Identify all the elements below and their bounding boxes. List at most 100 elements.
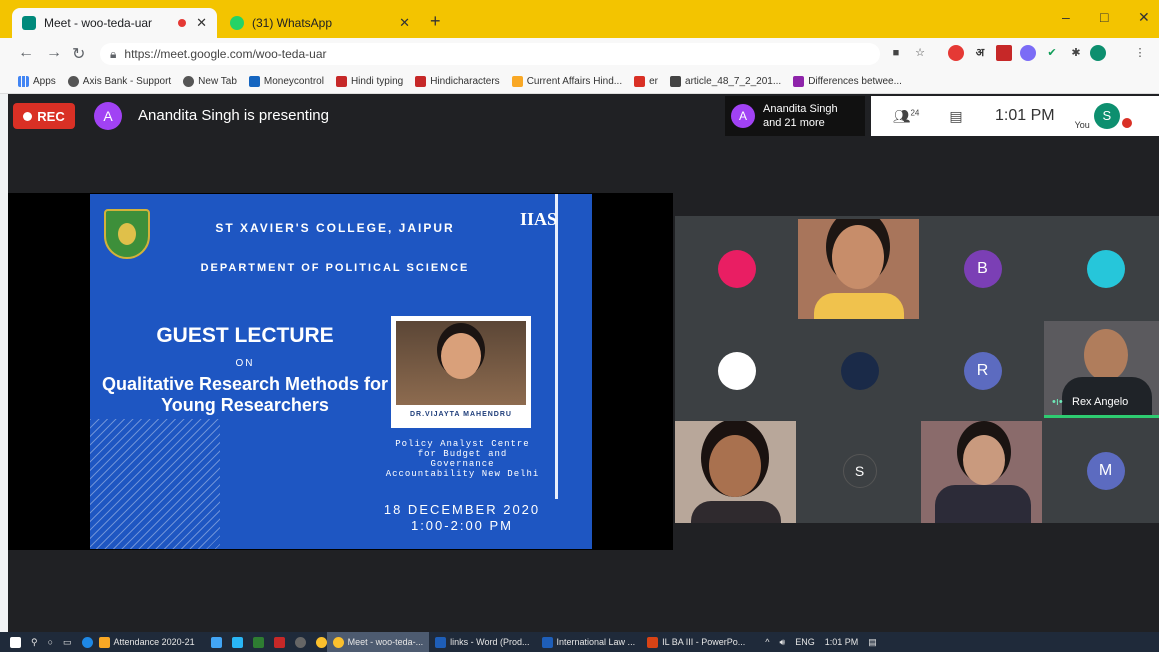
address-bar-row: ← → ↻ 🔒︎ https://meet.google.com/woo-ted…	[0, 38, 1159, 70]
record-dot-icon	[23, 111, 33, 121]
participant-tile[interactable]: R	[921, 321, 1044, 421]
chat-icon[interactable]: ▤	[941, 108, 971, 125]
new-tab-button[interactable]: +	[430, 11, 441, 32]
excel-icon[interactable]	[252, 636, 264, 648]
bookmark-current-affairs[interactable]: Current Affairs Hind...	[511, 76, 622, 87]
participant-video[interactable]	[798, 219, 919, 319]
bookmark-differences[interactable]: Differences betwee...	[793, 76, 902, 87]
cortana-icon[interactable]: ○	[48, 637, 53, 647]
participant-video-rex[interactable]: •ı• Rex Angelo	[1044, 321, 1159, 418]
word-icon	[541, 636, 553, 648]
forward-icon[interactable]: →	[46, 44, 62, 62]
participant-name: Rex Angelo	[1072, 396, 1129, 408]
participant-tile[interactable]	[675, 321, 798, 421]
minimize-button[interactable]: –	[1062, 9, 1070, 25]
bookmark-hindichars[interactable]: Hindicharacters	[415, 76, 500, 87]
participant-avatar: M	[1086, 452, 1125, 490]
camera-icon[interactable]: ■	[888, 45, 904, 61]
menu-dots-icon[interactable]: ⋮	[1132, 45, 1148, 61]
hindi-extension-icon[interactable]: अ	[972, 45, 988, 61]
you-label: You	[1074, 120, 1090, 130]
edge-icon[interactable]	[81, 636, 93, 648]
action-center-icon[interactable]: ▤	[868, 637, 877, 648]
browser-tab-bar: Meet - woo-teda-uar ✕ (31) WhatsApp ✕ + …	[0, 0, 1159, 38]
participant-avatar: B	[963, 250, 1002, 288]
tab-whatsapp[interactable]: (31) WhatsApp ✕	[220, 8, 420, 38]
presenting-label: Anandita Singh is presenting	[138, 107, 329, 124]
bookmark-article[interactable]: article_48_7_2_201...	[670, 76, 781, 87]
bookmark-hindi-typing[interactable]: Hindi typing	[335, 76, 403, 87]
check-extension-icon[interactable]: ✔	[1044, 45, 1060, 61]
tray-chevron-icon[interactable]: ^	[765, 637, 769, 647]
page-icon	[511, 76, 523, 87]
taskbar-app-powerpoint[interactable]: IL BA III - PowerPo...	[641, 632, 751, 652]
language-indicator[interactable]: ENG	[795, 637, 815, 647]
pinterest-icon[interactable]	[948, 45, 964, 61]
puzzle-icon[interactable]: ✱	[1068, 45, 1084, 61]
skype-icon[interactable]	[231, 636, 243, 648]
close-window-button[interactable]: ✕	[1138, 9, 1150, 26]
search-icon[interactable]: ⚲	[31, 637, 38, 648]
bookmark-newtab[interactable]: New Tab	[183, 76, 237, 87]
slide-topic: Qualitative Research Methods for Young R…	[101, 374, 389, 415]
tab-title: Meet - woo-teda-uar	[44, 16, 153, 30]
os-taskbar: ⚲ ○ ▭ Attendance 2020-21 Meet - woo-teda…	[0, 632, 1159, 652]
participant-tile[interactable]	[1044, 219, 1159, 319]
taskbar-clock[interactable]: 1:01 PM	[825, 637, 859, 647]
participant-video[interactable]	[675, 421, 796, 523]
volume-icon[interactable]: 🔊︎	[780, 637, 786, 648]
app-icon[interactable]	[294, 636, 306, 648]
participant-video[interactable]	[921, 421, 1042, 523]
people-count: 24	[910, 107, 920, 117]
participant-tile[interactable]: B	[921, 219, 1044, 319]
slide-heading: GUEST LECTURE	[156, 324, 334, 347]
bookmark-moneycontrol[interactable]: Moneycontrol	[248, 76, 324, 87]
acrobat-icon[interactable]	[273, 636, 285, 648]
maximize-button[interactable]: □	[1100, 9, 1108, 25]
back-icon[interactable]: ←	[18, 44, 34, 62]
participant-avatar: A	[731, 104, 755, 128]
presenter-avatar: A	[94, 102, 122, 130]
url-text: https://meet.google.com/woo-teda-uar	[124, 47, 327, 61]
participant-tile[interactable]: S	[798, 421, 921, 521]
tab-meet[interactable]: Meet - woo-teda-uar ✕	[12, 8, 217, 38]
participant-tile[interactable]	[675, 219, 798, 319]
participant-avatar-image	[717, 250, 756, 288]
bookmark-gmail[interactable]: er	[634, 76, 658, 87]
task-view-icon[interactable]: ▭	[63, 637, 72, 648]
url-field[interactable]: 🔒︎ https://meet.google.com/woo-teda-uar	[100, 43, 880, 65]
participant-shirt	[691, 501, 781, 523]
event-time: 1:00-2:00 PM	[410, 518, 514, 533]
taskbar-app-word[interactable]: links - Word (Prod...	[429, 632, 535, 652]
extension-icon[interactable]	[1020, 45, 1036, 61]
participant-face	[1084, 329, 1128, 381]
self-avatar[interactable]: S	[1093, 103, 1120, 129]
slide-college: ST XAVIER'S COLLEGE, JAIPUR	[215, 221, 455, 235]
folder-icon	[98, 636, 110, 648]
close-tab-icon[interactable]: ✕	[196, 15, 207, 31]
globe-icon	[67, 76, 79, 87]
participants-summary[interactable]: A Anandita Singh and 21 more	[725, 96, 865, 136]
participant-face	[832, 225, 884, 289]
lock-icon: 🔒︎	[110, 46, 117, 61]
chrome-icon[interactable]	[315, 636, 327, 648]
close-tab-icon[interactable]: ✕	[399, 15, 410, 31]
profile-icon[interactable]	[1090, 45, 1106, 61]
bookmark-apps[interactable]: Apps	[18, 76, 56, 87]
taskbar-app-meet[interactable]: Meet - woo-teda-...	[326, 632, 430, 652]
people-icon[interactable]: 👥︎24	[891, 108, 921, 125]
slide-on: ON	[235, 358, 255, 369]
windows-start-icon[interactable]	[10, 636, 21, 648]
participant-avatar: S	[842, 454, 877, 488]
participant-tile[interactable]: M	[1044, 421, 1159, 521]
presentation-slide: ST XAVIER'S COLLEGE, JAIPUR DEPARTMENT O…	[90, 194, 592, 549]
taskbar-app-word-2[interactable]: International Law ...	[536, 632, 642, 652]
pdf-extension-icon[interactable]	[996, 45, 1012, 61]
speaking-indicator-icon: •ı•	[1052, 396, 1063, 408]
mail-icon[interactable]	[210, 636, 222, 648]
bookmark-axis[interactable]: Axis Bank - Support	[67, 76, 171, 87]
taskbar-app-attendance[interactable]: Attendance 2020-21	[93, 632, 201, 652]
reload-icon[interactable]: ↻	[72, 44, 85, 64]
participant-tile[interactable]	[798, 321, 921, 421]
bookmark-star-icon[interactable]: ☆	[912, 45, 928, 61]
